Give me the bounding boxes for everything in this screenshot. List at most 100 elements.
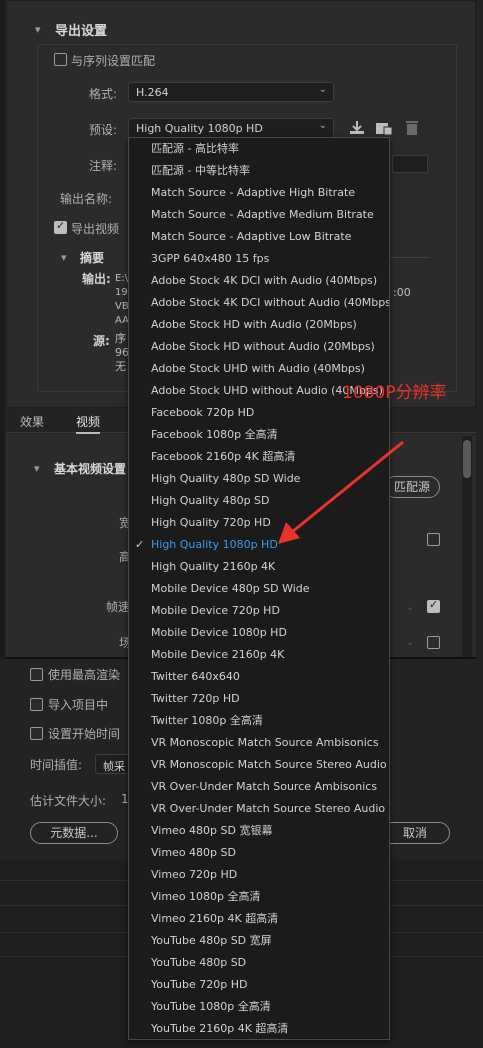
preset-option-label: Adobe Stock UHD with Audio (40Mbps) xyxy=(151,362,365,375)
preset-option-label: 3GPP 640x480 15 fps xyxy=(151,252,270,265)
preset-option[interactable]: Mobile Device 1080p HD xyxy=(129,622,389,644)
preset-option[interactable]: Twitter 1080p 全高清 xyxy=(129,710,389,732)
max-render-quality-checkbox[interactable] xyxy=(30,668,43,681)
preset-option-label: VR Monoscopic Match Source Ambisonics xyxy=(151,736,379,749)
preset-option[interactable]: Vimeo 2160p 4K 超高清 xyxy=(129,908,389,930)
preset-option-label: VR Monoscopic Match Source Stereo Audio xyxy=(151,758,387,771)
preset-option-label: High Quality 1080p HD xyxy=(151,538,278,551)
preset-option[interactable]: Twitter 720p HD xyxy=(129,688,389,710)
preset-option-label: Adobe Stock HD with Audio (20Mbps) xyxy=(151,318,357,331)
preset-option-label: YouTube 720p HD xyxy=(151,978,248,991)
preset-option[interactable]: YouTube 2160p 4K 超高清 xyxy=(129,1018,389,1040)
preset-option-label: Twitter 720p HD xyxy=(151,692,240,705)
preset-option[interactable]: VR Over-Under Match Source Stereo Audio xyxy=(129,798,389,820)
comment-label: 注释: xyxy=(89,159,118,173)
preset-option-label: VR Over-Under Match Source Ambisonics xyxy=(151,780,378,793)
summary-chevron-icon[interactable]: ▾ xyxy=(61,251,67,264)
preset-option[interactable]: Adobe Stock UHD with Audio (40Mbps) xyxy=(129,358,389,380)
source-label: 源: xyxy=(93,334,110,348)
frame-rate-checkbox[interactable] xyxy=(427,598,440,613)
preset-option-label: 匹配源 - 高比特率 xyxy=(151,142,239,155)
delete-preset-icon[interactable] xyxy=(405,119,419,136)
import-preset-icon[interactable] xyxy=(348,120,366,136)
preset-option[interactable]: Mobile Device 2160p 4K xyxy=(129,644,389,666)
preset-option-label: YouTube 2160p 4K 超高清 xyxy=(151,1022,289,1035)
comment-input[interactable] xyxy=(392,155,428,173)
preset-option-label: Facebook 1080p 全高清 xyxy=(151,428,278,441)
set-start-timecode-checkbox[interactable] xyxy=(30,727,43,740)
preset-label: 预设: xyxy=(89,123,118,137)
preset-option-label: High Quality 720p HD xyxy=(151,516,271,529)
tab-video[interactable]: 视频 xyxy=(76,413,101,434)
summary-title: 摘要 xyxy=(80,251,105,265)
preset-option[interactable]: Vimeo 1080p 全高清 xyxy=(129,886,389,908)
preset-option-label: Adobe Stock 4K DCI without Audio (40Mbps… xyxy=(151,296,389,309)
preset-option[interactable]: Mobile Device 480p SD Wide xyxy=(129,578,389,600)
preset-option-label: VR Over-Under Match Source Stereo Audio xyxy=(151,802,386,815)
preset-option[interactable]: Adobe Stock HD with Audio (20Mbps) xyxy=(129,314,389,336)
preset-option-label: Mobile Device 1080p HD xyxy=(151,626,287,639)
preset-option[interactable]: VR Over-Under Match Source Ambisonics xyxy=(129,776,389,798)
preset-option[interactable]: 匹配源 - 中等比特率 xyxy=(129,160,389,182)
preset-option[interactable]: Mobile Device 720p HD xyxy=(129,600,389,622)
frame-rate-label: 帧速 xyxy=(106,600,131,614)
resolution-annotation: 1080P分辨率 xyxy=(342,383,447,403)
preset-option[interactable]: Adobe Stock HD without Audio (20Mbps) xyxy=(129,336,389,358)
preset-option-label: 匹配源 - 中等比特率 xyxy=(151,164,250,177)
basic-video-settings-title: 基本视频设置 xyxy=(54,462,127,476)
preset-option[interactable]: High Quality 2160p 4K xyxy=(129,556,389,578)
preset-option[interactable]: Twitter 640x640 xyxy=(129,666,389,688)
preset-option[interactable]: Vimeo 480p SD xyxy=(129,842,389,864)
tab-effects[interactable]: 效果 xyxy=(20,413,44,430)
preset-option-label: Mobile Device 480p SD Wide xyxy=(151,582,310,595)
format-value: H.264 xyxy=(136,86,169,99)
format-label: 格式: xyxy=(89,87,118,101)
preset-option[interactable]: Adobe Stock 4K DCI without Audio (40Mbps… xyxy=(129,292,389,314)
preset-option[interactable]: Match Source - Adaptive Low Bitrate xyxy=(129,226,389,248)
preset-option[interactable]: VR Monoscopic Match Source Ambisonics xyxy=(129,732,389,754)
metadata-button[interactable]: 元数据... xyxy=(30,822,118,844)
preset-option[interactable]: Vimeo 720p HD xyxy=(129,864,389,886)
preset-value: High Quality 1080p HD xyxy=(136,122,263,135)
set-start-timecode-label: 设置开始时间 xyxy=(48,727,121,741)
preset-option[interactable]: YouTube 480p SD 宽屏 xyxy=(129,930,389,952)
preset-option[interactable]: 3GPP 640x480 15 fps xyxy=(129,248,389,270)
preset-option[interactable]: YouTube 480p SD xyxy=(129,952,389,974)
preset-option-label: Vimeo 480p SD 宽银幕 xyxy=(151,824,273,837)
time-interpolation-label: 时间插值: xyxy=(30,758,83,772)
cancel-button[interactable]: 取消 xyxy=(380,822,450,844)
export-video-label: 导出视频 xyxy=(71,222,120,236)
preset-option[interactable]: YouTube 720p HD xyxy=(129,974,389,996)
collapse-chevron-icon[interactable]: ▾ xyxy=(35,23,41,36)
max-render-quality-label: 使用最高渲染 xyxy=(48,668,121,682)
preset-option[interactable]: VR Monoscopic Match Source Stereo Audio xyxy=(129,754,389,776)
preset-option-label: YouTube 480p SD xyxy=(151,956,247,969)
video-settings-scrollbar[interactable] xyxy=(462,436,472,658)
preset-option[interactable]: 匹配源 - 高比特率 xyxy=(129,138,389,160)
save-preset-icon[interactable] xyxy=(375,120,393,136)
preset-dropdown-menu: 匹配源 - 高比特率 匹配源 - 中等比特率 Match Source - Adap… xyxy=(128,137,390,1040)
preset-option-label: Mobile Device 2160p 4K xyxy=(151,648,285,661)
time-interpolation-value: 帧采 xyxy=(103,760,125,773)
match-sequence-checkbox[interactable] xyxy=(54,53,67,66)
export-video-checkbox[interactable] xyxy=(54,219,67,234)
lock-aspect-checkbox[interactable] xyxy=(427,533,440,546)
import-into-project-checkbox[interactable] xyxy=(30,698,43,711)
match-sequence-label: 与序列设置匹配 xyxy=(71,54,156,68)
preset-option-label: Match Source - Adaptive Low Bitrate xyxy=(151,230,352,243)
field-order-checkbox[interactable] xyxy=(427,636,440,649)
preset-option-label: Twitter 1080p 全高清 xyxy=(151,714,263,727)
preset-option[interactable]: Match Source - Adaptive High Bitrate xyxy=(129,182,389,204)
preset-option[interactable]: Adobe Stock 4K DCI with Audio (40Mbps) xyxy=(129,270,389,292)
preset-option[interactable]: Facebook 720p HD xyxy=(129,402,389,424)
preset-select[interactable]: High Quality 1080p HD ⌄ xyxy=(128,118,334,138)
preset-option[interactable]: Vimeo 480p SD 宽银幕 xyxy=(129,820,389,842)
estimated-size-label: 估计文件大小: xyxy=(30,794,107,808)
collapse-chevron-icon[interactable]: ▾ xyxy=(34,462,40,475)
chevron-down-icon: ⌄ xyxy=(406,637,415,648)
format-select[interactable]: H.264 ⌄ xyxy=(128,82,334,102)
chevron-down-icon: ⌄ xyxy=(318,120,327,131)
preset-option[interactable]: YouTube 1080p 全高清 xyxy=(129,996,389,1018)
preset-option[interactable]: Match Source - Adaptive Medium Bitrate xyxy=(129,204,389,226)
scrollbar-thumb[interactable] xyxy=(463,440,471,478)
